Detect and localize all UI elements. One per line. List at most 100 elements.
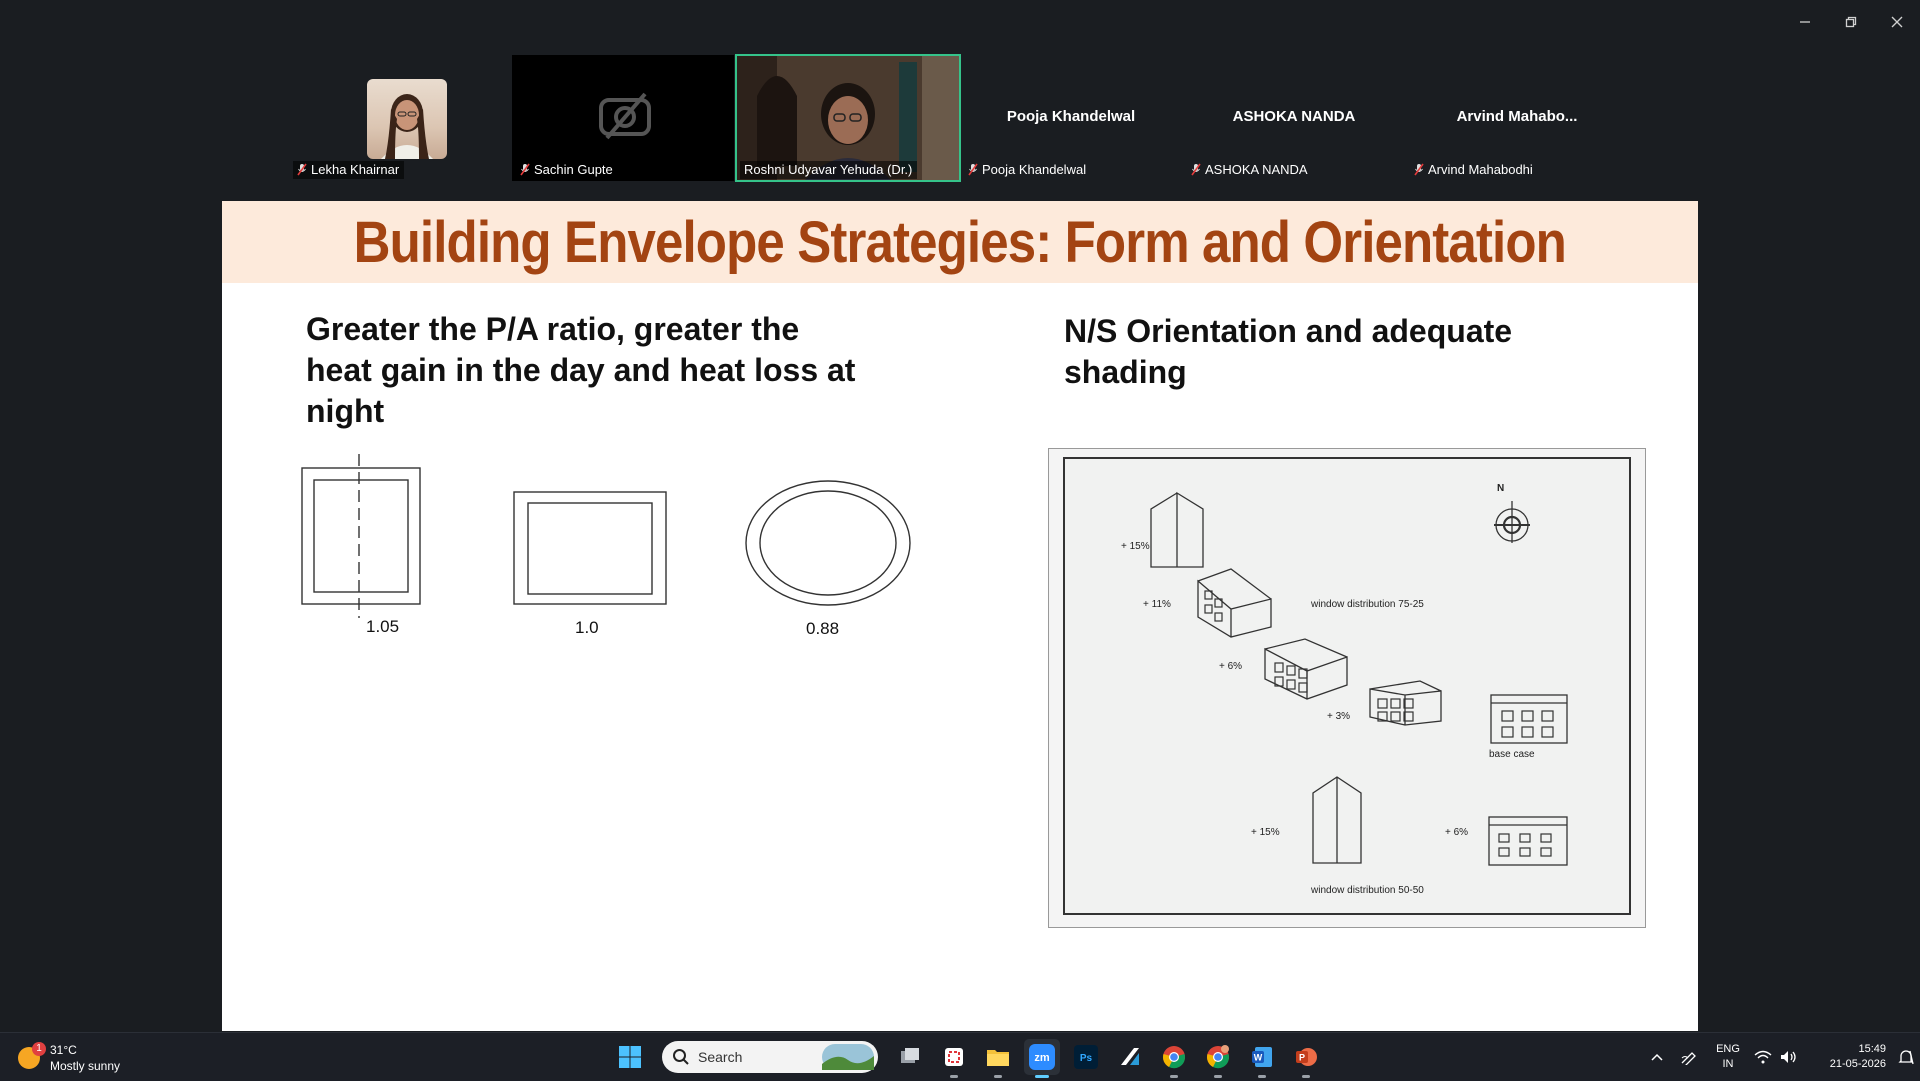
- chrome-button[interactable]: [1156, 1039, 1192, 1078]
- chrome-profile-icon: [1207, 1045, 1229, 1069]
- snipping-tool-icon: [945, 1048, 963, 1066]
- participant-name: Roshni Udyavar Yehuda (Dr.): [740, 161, 918, 179]
- figure-label: window distribution 50-50: [1311, 885, 1424, 896]
- snipping-tool-button[interactable]: [936, 1039, 972, 1078]
- chevron-up-icon: [1651, 1053, 1663, 1061]
- file-explorer-button[interactable]: [980, 1039, 1016, 1078]
- restore-button[interactable]: [1828, 0, 1874, 44]
- ratio-label: 0.88: [806, 619, 840, 638]
- left-bullet-text: Greater the P/A ratio, greater the heat …: [306, 311, 856, 429]
- participant-tile[interactable]: Pooja Khandelwal Pooja Khandelwal: [960, 55, 1182, 181]
- clock-time: 15:49: [1858, 1043, 1886, 1055]
- north-label: N: [1497, 483, 1505, 494]
- shape-square: [513, 491, 667, 605]
- tray-overflow-button[interactable]: [1642, 1053, 1672, 1061]
- weather-temp: 31°C: [50, 1043, 77, 1057]
- figure-label: + 15%: [1251, 827, 1280, 838]
- volume-button[interactable]: [1776, 1050, 1802, 1064]
- powerpoint-button[interactable]: P: [1288, 1039, 1324, 1078]
- participant-tile[interactable]: Arvind Mahabo... Arvind Mahabodhi: [1406, 55, 1628, 181]
- participant-name: Pooja Khandelwal: [964, 161, 1091, 179]
- windows-start-button[interactable]: [612, 1039, 648, 1075]
- ratio-label: 1.0: [575, 618, 599, 637]
- word-button[interactable]: W: [1244, 1039, 1280, 1078]
- task-view-button[interactable]: [892, 1039, 928, 1075]
- building-diagrams: [1150, 491, 1568, 866]
- mic-muted-icon: [520, 163, 530, 176]
- folder-icon: [987, 1050, 1009, 1066]
- pen-tray-button[interactable]: [1672, 1049, 1706, 1065]
- clock[interactable]: 15:49 21-05-2026: [1802, 1042, 1892, 1072]
- shared-slide: Building Envelope Strategies: Form and O…: [222, 201, 1698, 1031]
- figure-label: base case: [1489, 749, 1535, 760]
- figure-label: window distribution 75-25: [1311, 599, 1424, 610]
- participant-name: ASHOKA NANDA: [1187, 161, 1313, 179]
- minimize-button[interactable]: [1782, 0, 1828, 44]
- search-highlight-icon: [822, 1044, 874, 1070]
- clock-date: 21-05-2026: [1829, 1058, 1886, 1070]
- mic-muted-icon: [968, 163, 978, 176]
- ratio-label: 1.05: [366, 617, 400, 636]
- pen-icon: [1681, 1052, 1696, 1065]
- photoshop-button[interactable]: Ps: [1068, 1039, 1104, 1075]
- figure-label: + 15%: [1121, 541, 1150, 552]
- close-button[interactable]: [1874, 0, 1920, 44]
- weather-widget[interactable]: 1 31°C Mostly sunny: [18, 1042, 120, 1074]
- figure-label: + 11%: [1143, 599, 1171, 610]
- search-placeholder: Search: [698, 1049, 743, 1065]
- windows-logo-icon: [619, 1046, 641, 1068]
- taskbar-apps: Search zm Ps W P: [612, 1039, 1324, 1078]
- participant-name: Sachin Gupte: [516, 161, 618, 179]
- mic-muted-icon: [1191, 163, 1201, 176]
- language-indicator[interactable]: ENG IN: [1706, 1042, 1750, 1072]
- participant-tile[interactable]: ASHOKA NANDA ASHOKA NANDA: [1183, 55, 1405, 181]
- weather-condition: Mostly sunny: [50, 1059, 121, 1073]
- task-view-icon: [901, 1048, 919, 1063]
- mic-muted-icon: [297, 163, 307, 176]
- mic-muted-icon: [1414, 163, 1424, 176]
- orientation-figure: N + 15% + 11% + 6% + 3% window distribut…: [1048, 448, 1646, 928]
- right-bullet-text: N/S Orientation and adequate shading: [1064, 313, 1513, 390]
- svg-text:W: W: [1254, 1053, 1263, 1063]
- slide-header: Building Envelope Strategies: Form and O…: [222, 201, 1698, 283]
- wifi-button[interactable]: [1750, 1050, 1776, 1064]
- word-icon: W: [1252, 1047, 1272, 1067]
- photoshop-icon: Ps: [1074, 1045, 1098, 1069]
- notification-bell-icon: [1898, 1050, 1914, 1065]
- taskbar: 1 31°C Mostly sunny Search zm Ps W P ENG…: [0, 1032, 1920, 1081]
- north-arrow-icon: [1494, 501, 1530, 543]
- window-controls: [1782, 0, 1920, 44]
- restore-icon: [1845, 16, 1857, 28]
- minimize-icon: [1800, 21, 1810, 23]
- taskbar-search[interactable]: Search: [662, 1041, 878, 1073]
- svg-text:Ps: Ps: [1080, 1053, 1093, 1064]
- powerpoint-icon: P: [1296, 1048, 1317, 1066]
- slide-title: Building Envelope Strategies: Form and O…: [353, 209, 1567, 275]
- autodesk-icon: [1121, 1048, 1139, 1065]
- figure-label: + 6%: [1219, 661, 1243, 672]
- figure-label: + 3%: [1327, 711, 1351, 722]
- shape-rectangle: [301, 454, 421, 618]
- figure-label: + 6%: [1445, 827, 1469, 838]
- zoom-icon: zm: [1029, 1044, 1055, 1070]
- pa-ratio-shapes: [301, 454, 911, 618]
- figure-frame: N + 15% + 11% + 6% + 3% window distribut…: [1063, 457, 1631, 915]
- participant-name: Lekha Khairnar: [293, 161, 405, 179]
- participant-name: Arvind Mahabodhi: [1410, 161, 1538, 179]
- participant-tile[interactable]: Lekha Khairnar: [289, 55, 511, 181]
- system-tray: ENG IN 15:49 21-05-2026: [1642, 1033, 1920, 1081]
- active-speaker-tile[interactable]: Roshni Udyavar Yehuda (Dr.): [735, 54, 961, 182]
- chrome-icon: [1163, 1046, 1185, 1069]
- participant-tile[interactable]: Sachin Gupte: [512, 55, 734, 181]
- search-icon: [673, 1049, 689, 1065]
- notifications-button[interactable]: [1892, 1049, 1920, 1065]
- shape-ellipse: [745, 480, 911, 606]
- svg-text:P: P: [1299, 1053, 1305, 1063]
- avatar: [367, 79, 447, 159]
- weather-sun-icon: 1: [18, 1042, 46, 1069]
- notification-badge: 1: [32, 1042, 46, 1056]
- autodesk-button[interactable]: [1112, 1039, 1148, 1075]
- chrome-profile-button[interactable]: [1200, 1039, 1236, 1078]
- wifi-icon: [1754, 1050, 1772, 1064]
- zoom-button[interactable]: zm: [1024, 1039, 1060, 1078]
